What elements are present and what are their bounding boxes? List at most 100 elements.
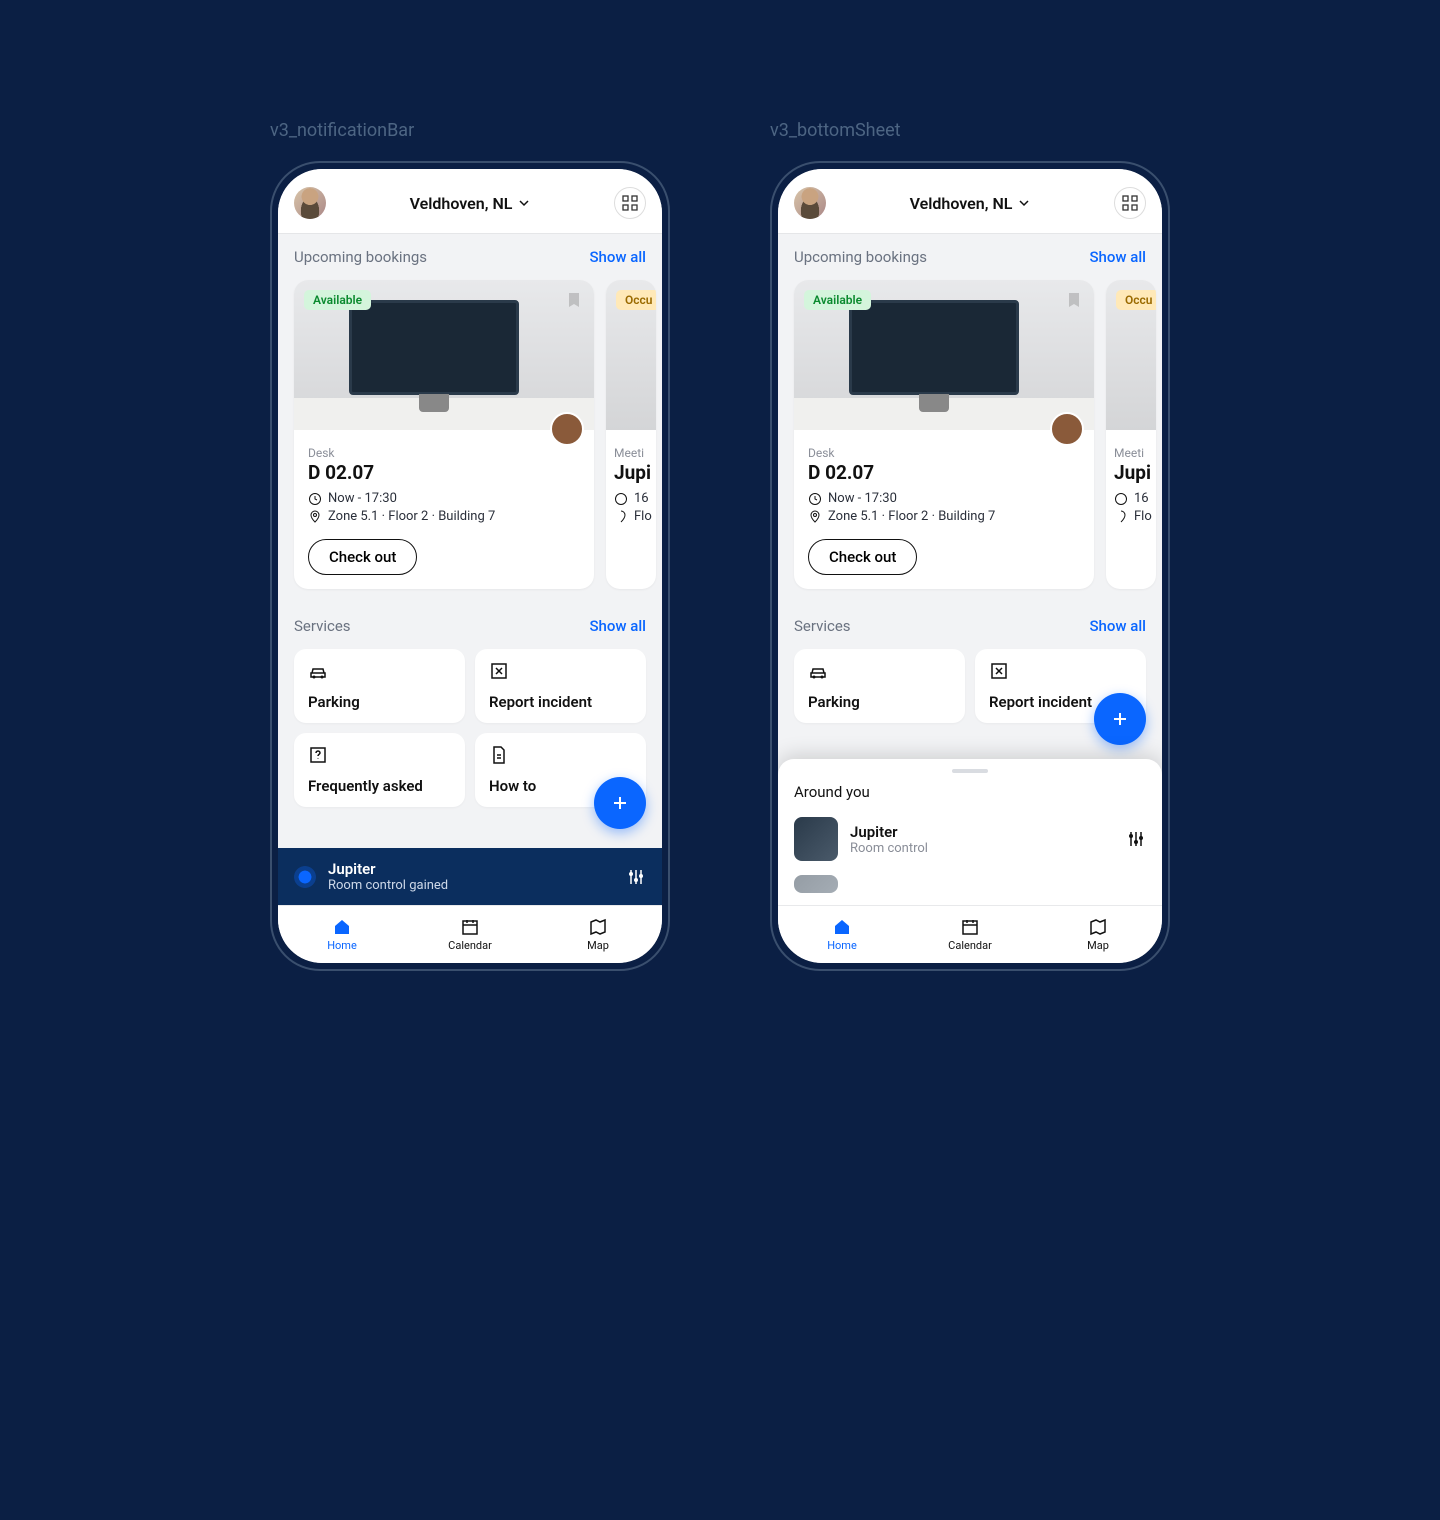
services-section: Services Show all — [278, 603, 662, 649]
bookings-title: Upcoming bookings — [294, 248, 427, 266]
pin-icon — [808, 510, 822, 524]
services-title: Services — [794, 617, 851, 635]
nav-label: Map — [1087, 939, 1109, 952]
sheet-item-peek[interactable] — [794, 871, 1146, 897]
car-icon — [808, 661, 828, 681]
room-thumbnail — [794, 875, 838, 893]
clock-icon — [614, 492, 628, 506]
booking-name: D 02.07 — [808, 461, 1080, 484]
nav-calendar[interactable]: Calendar — [906, 906, 1034, 963]
home-icon — [332, 917, 352, 937]
bookings-show-all[interactable]: Show all — [1089, 248, 1146, 266]
drag-handle[interactable] — [952, 769, 988, 773]
bottom-nav: Home Calendar Map — [278, 905, 662, 963]
location-selector[interactable]: Veldhoven, NL — [410, 194, 531, 213]
qr-icon — [621, 194, 639, 212]
nav-label: Calendar — [448, 939, 492, 952]
booking-time: Now - 17:30 — [328, 491, 397, 506]
home-icon — [832, 917, 852, 937]
nav-home[interactable]: Home — [778, 906, 906, 963]
sheet-item-title: Jupiter — [850, 823, 1114, 841]
occupant-avatar — [1050, 412, 1084, 446]
qr-icon — [1121, 194, 1139, 212]
booking-image: Available — [294, 280, 594, 430]
occupant-avatar — [550, 412, 584, 446]
booking-type: Desk — [308, 446, 580, 460]
booking-card[interactable]: Available Desk D 02.07 Now - 17:30 Zone … — [794, 280, 1094, 589]
nav-calendar[interactable]: Calendar — [406, 906, 534, 963]
clock-icon — [308, 492, 322, 506]
bookmark-icon[interactable] — [1064, 290, 1084, 310]
plus-icon — [1109, 708, 1131, 730]
pin-icon — [614, 510, 628, 524]
fab-add-button[interactable] — [594, 777, 646, 829]
chevron-down-icon — [518, 197, 530, 209]
nav-map[interactable]: Map — [1034, 906, 1162, 963]
report-icon — [989, 661, 1009, 681]
booking-name: D 02.07 — [308, 461, 580, 484]
report-icon — [489, 661, 509, 681]
service-tile-faq[interactable]: Frequently asked — [294, 733, 465, 807]
services-show-all[interactable]: Show all — [589, 617, 646, 635]
nav-home[interactable]: Home — [278, 906, 406, 963]
location-label: Veldhoven, NL — [410, 194, 513, 213]
calendar-icon — [960, 917, 980, 937]
nav-map[interactable]: Map — [534, 906, 662, 963]
fab-add-button[interactable] — [1094, 693, 1146, 745]
bookmark-icon[interactable] — [564, 290, 584, 310]
service-tile-parking[interactable]: Parking — [794, 649, 965, 723]
app-header: Veldhoven, NL — [278, 169, 662, 234]
booking-card-peek[interactable]: Occu Meeti Jupi 16 Flo — [1106, 280, 1156, 589]
tile-label: Parking — [308, 693, 451, 711]
plus-icon — [609, 792, 631, 814]
booking-type: Desk — [808, 446, 1080, 460]
service-tile-parking[interactable]: Parking — [294, 649, 465, 723]
checkout-button[interactable]: Check out — [808, 539, 917, 575]
booking-type: Meeti — [1114, 446, 1154, 460]
booking-image: Available — [794, 280, 1094, 430]
pin-icon — [308, 510, 322, 524]
pulse-icon — [294, 866, 316, 888]
booking-card-peek[interactable]: Occu Meeti Jupi 16 Flo — [606, 280, 656, 589]
nav-label: Map — [587, 939, 609, 952]
service-tile-report[interactable]: Report incident — [475, 649, 646, 723]
car-icon — [308, 661, 328, 681]
device-frame: Veldhoven, NL Upcoming bookings Show all — [270, 161, 670, 971]
profile-avatar[interactable] — [794, 187, 826, 219]
variant-label-left: v3_notificationBar — [270, 120, 670, 141]
status-badge: Occu — [616, 290, 656, 310]
sliders-icon[interactable] — [626, 867, 646, 887]
services-title: Services — [294, 617, 351, 635]
checkout-button[interactable]: Check out — [308, 539, 417, 575]
pin-icon — [1114, 510, 1128, 524]
clock-icon — [808, 492, 822, 506]
booking-location: Zone 5.1 · Floor 2 · Building 7 — [828, 509, 995, 524]
status-badge: Available — [804, 290, 871, 310]
booking-name: Jupi — [614, 461, 654, 484]
services-show-all[interactable]: Show all — [1089, 617, 1146, 635]
nav-label: Calendar — [948, 939, 992, 952]
location-selector[interactable]: Veldhoven, NL — [910, 194, 1031, 213]
notification-bar[interactable]: Jupiter Room control gained — [278, 848, 662, 905]
sliders-icon[interactable] — [1126, 829, 1146, 849]
bottom-sheet[interactable]: Around you Jupiter Room control — [778, 759, 1162, 905]
location-label: Veldhoven, NL — [910, 194, 1013, 213]
notification-title: Jupiter — [328, 860, 614, 878]
sheet-item-subtitle: Room control — [850, 841, 1114, 856]
qr-scan-button[interactable] — [1114, 187, 1146, 219]
device-frame: Veldhoven, NL Upcoming bookings Show all — [770, 161, 1170, 971]
qr-scan-button[interactable] — [614, 187, 646, 219]
booking-card[interactable]: Available Desk D 02.07 Now - 17:30 Zone … — [294, 280, 594, 589]
app-header: Veldhoven, NL — [778, 169, 1162, 234]
services-section: Services Show all — [778, 603, 1162, 649]
help-icon — [308, 745, 328, 765]
notification-subtitle: Room control gained — [328, 878, 614, 893]
bookings-show-all[interactable]: Show all — [589, 248, 646, 266]
sheet-item[interactable]: Jupiter Room control — [794, 813, 1146, 865]
nav-label: Home — [827, 939, 857, 952]
variant-label-right: v3_bottomSheet — [770, 120, 1170, 141]
clock-icon — [1114, 492, 1128, 506]
chevron-down-icon — [1018, 197, 1030, 209]
profile-avatar[interactable] — [294, 187, 326, 219]
bookings-title: Upcoming bookings — [794, 248, 927, 266]
